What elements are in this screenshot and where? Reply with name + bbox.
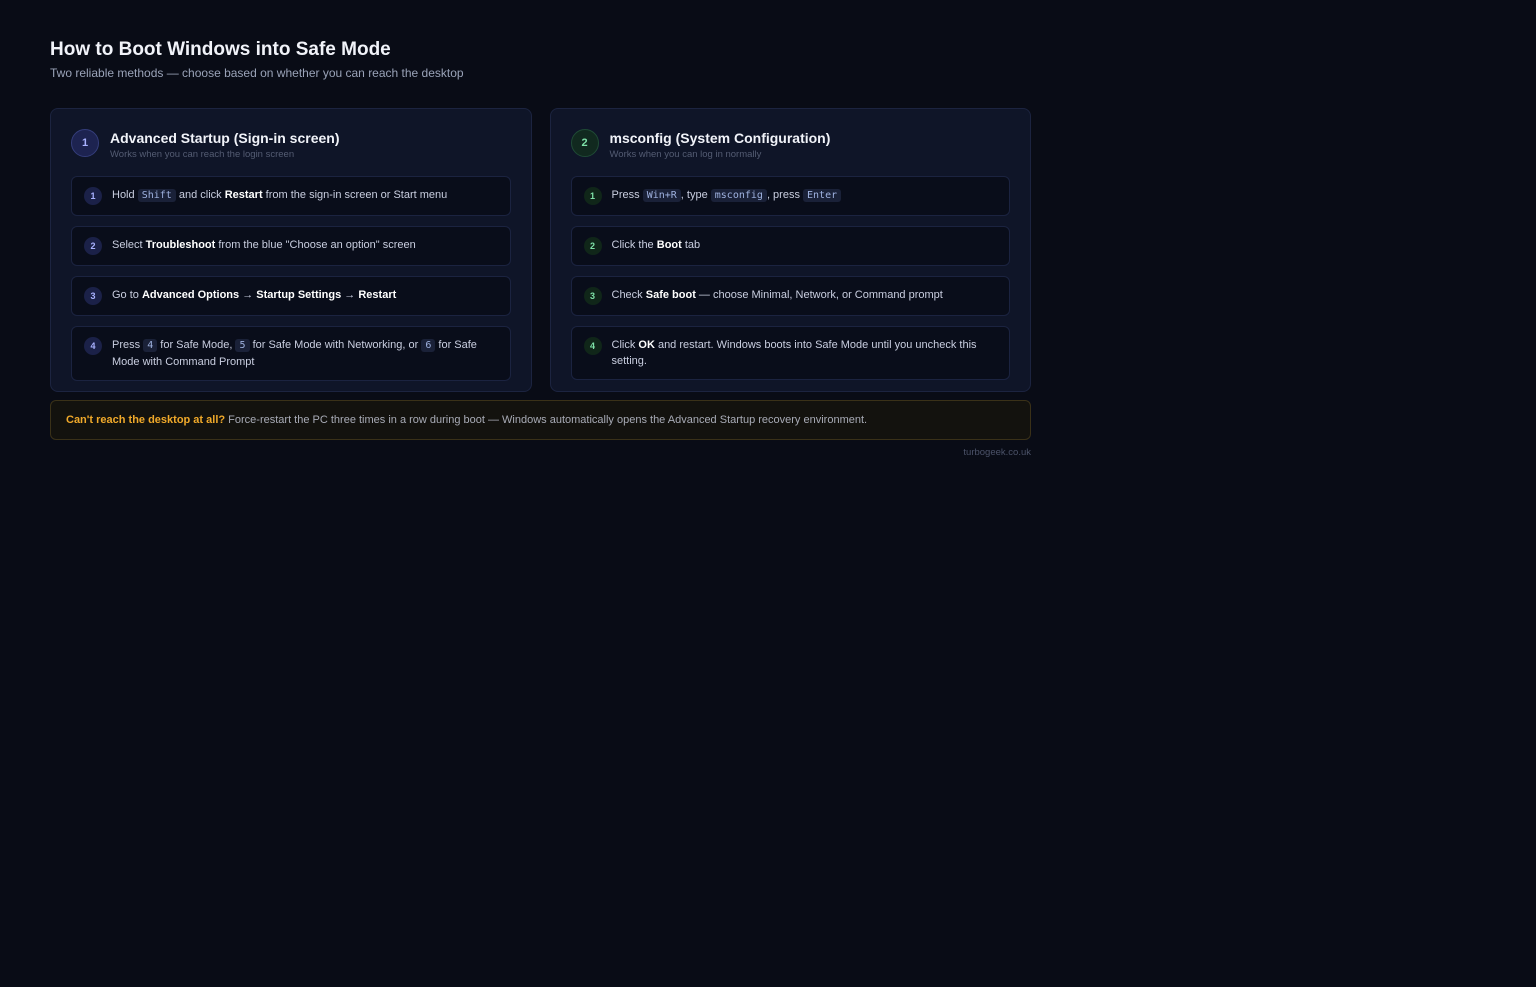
step-item: 1 Press Win+R, type msconfig, press Ente… — [570, 176, 1010, 216]
step-text: Press Win+R, type msconfig, press Enter — [612, 187, 842, 204]
method-number-badge: 2 — [570, 129, 599, 157]
source-credit: turbogeek.co.uk — [963, 447, 1031, 458]
step-number: 3 — [583, 287, 602, 305]
step-number: 1 — [583, 187, 602, 205]
step-item: 4 Press 4 for Safe Mode, 5 for Safe Mode… — [71, 326, 511, 381]
method-title: msconfig (System Configuration) — [609, 130, 831, 146]
method-number-badge: 1 — [71, 129, 99, 157]
step-text: Go to Advanced Options → Startup Setting… — [112, 289, 397, 301]
step-item: 1 Hold Shift and click Restart from the … — [71, 176, 511, 216]
command-msconfig: msconfig — [710, 189, 767, 202]
warning-note: Can't reach the desktop at all? Force-re… — [50, 400, 1031, 440]
step-text: Click the Boot tab — [611, 239, 701, 251]
step-text: Hold Shift and click Restart from the si… — [112, 189, 448, 202]
key-enter: Enter — [803, 189, 842, 202]
key-4: 4 — [143, 339, 158, 352]
step-number: 2 — [583, 237, 602, 255]
method-title: Advanced Startup (Sign-in screen) — [110, 130, 340, 146]
step-item: 3 Check Safe boot — choose Minimal, Netw… — [570, 276, 1010, 316]
step-text: Click OK and restart. Windows boots into… — [611, 339, 977, 367]
step-text: Check Safe boot — choose Minimal, Networ… — [611, 289, 943, 301]
method-subtitle: Works when you can reach the login scree… — [110, 149, 295, 160]
page-container: How to Boot Windows into Safe Mode Two r… — [50, 38, 1031, 458]
step-item: 2 Click the Boot tab — [570, 226, 1010, 266]
method-card-header: 2 msconfig (System Configuration) Works … — [570, 129, 1011, 160]
step-item: 4 Click OK and restart. Windows boots in… — [570, 326, 1010, 380]
method-card-msconfig: 2 msconfig (System Configuration) Works … — [549, 108, 1031, 392]
method-subtitle: Works when you can log in normally — [609, 149, 762, 160]
warning-note-heading: Can't reach the desktop at all? — [66, 414, 226, 426]
page-subtitle: Two reliable methods — choose based on w… — [50, 66, 464, 80]
methods-container: 1 Advanced Startup (Sign-in screen) Work… — [50, 108, 1031, 392]
arrow-right-icon: → — [239, 289, 257, 301]
key-6: 6 — [421, 339, 436, 352]
step-text: Select Troubleshoot from the blue "Choos… — [112, 239, 416, 251]
method-card-advanced-startup: 1 Advanced Startup (Sign-in screen) Work… — [50, 108, 532, 392]
arrow-right-icon: → — [341, 289, 359, 301]
step-number: 4 — [583, 337, 602, 355]
warning-note-text: Force-restart the PC three times in a ro… — [225, 414, 868, 426]
step-item: 2 Select Troubleshoot from the blue "Cho… — [71, 226, 511, 266]
method-card-header: 1 Advanced Startup (Sign-in screen) Work… — [71, 129, 511, 160]
key-5: 5 — [235, 339, 250, 352]
key-win-r: Win+R — [642, 189, 681, 202]
step-text: Press 4 for Safe Mode, 5 for Safe Mode w… — [112, 339, 477, 368]
step-item: 3 Go to Advanced Options → Startup Setti… — [71, 276, 511, 316]
step-number: 4 — [84, 337, 102, 355]
page-title: How to Boot Windows into Safe Mode — [50, 39, 391, 60]
step-number: 3 — [84, 287, 102, 305]
key-shift: Shift — [137, 189, 176, 202]
step-number: 1 — [84, 187, 102, 205]
step-number: 2 — [84, 237, 102, 255]
